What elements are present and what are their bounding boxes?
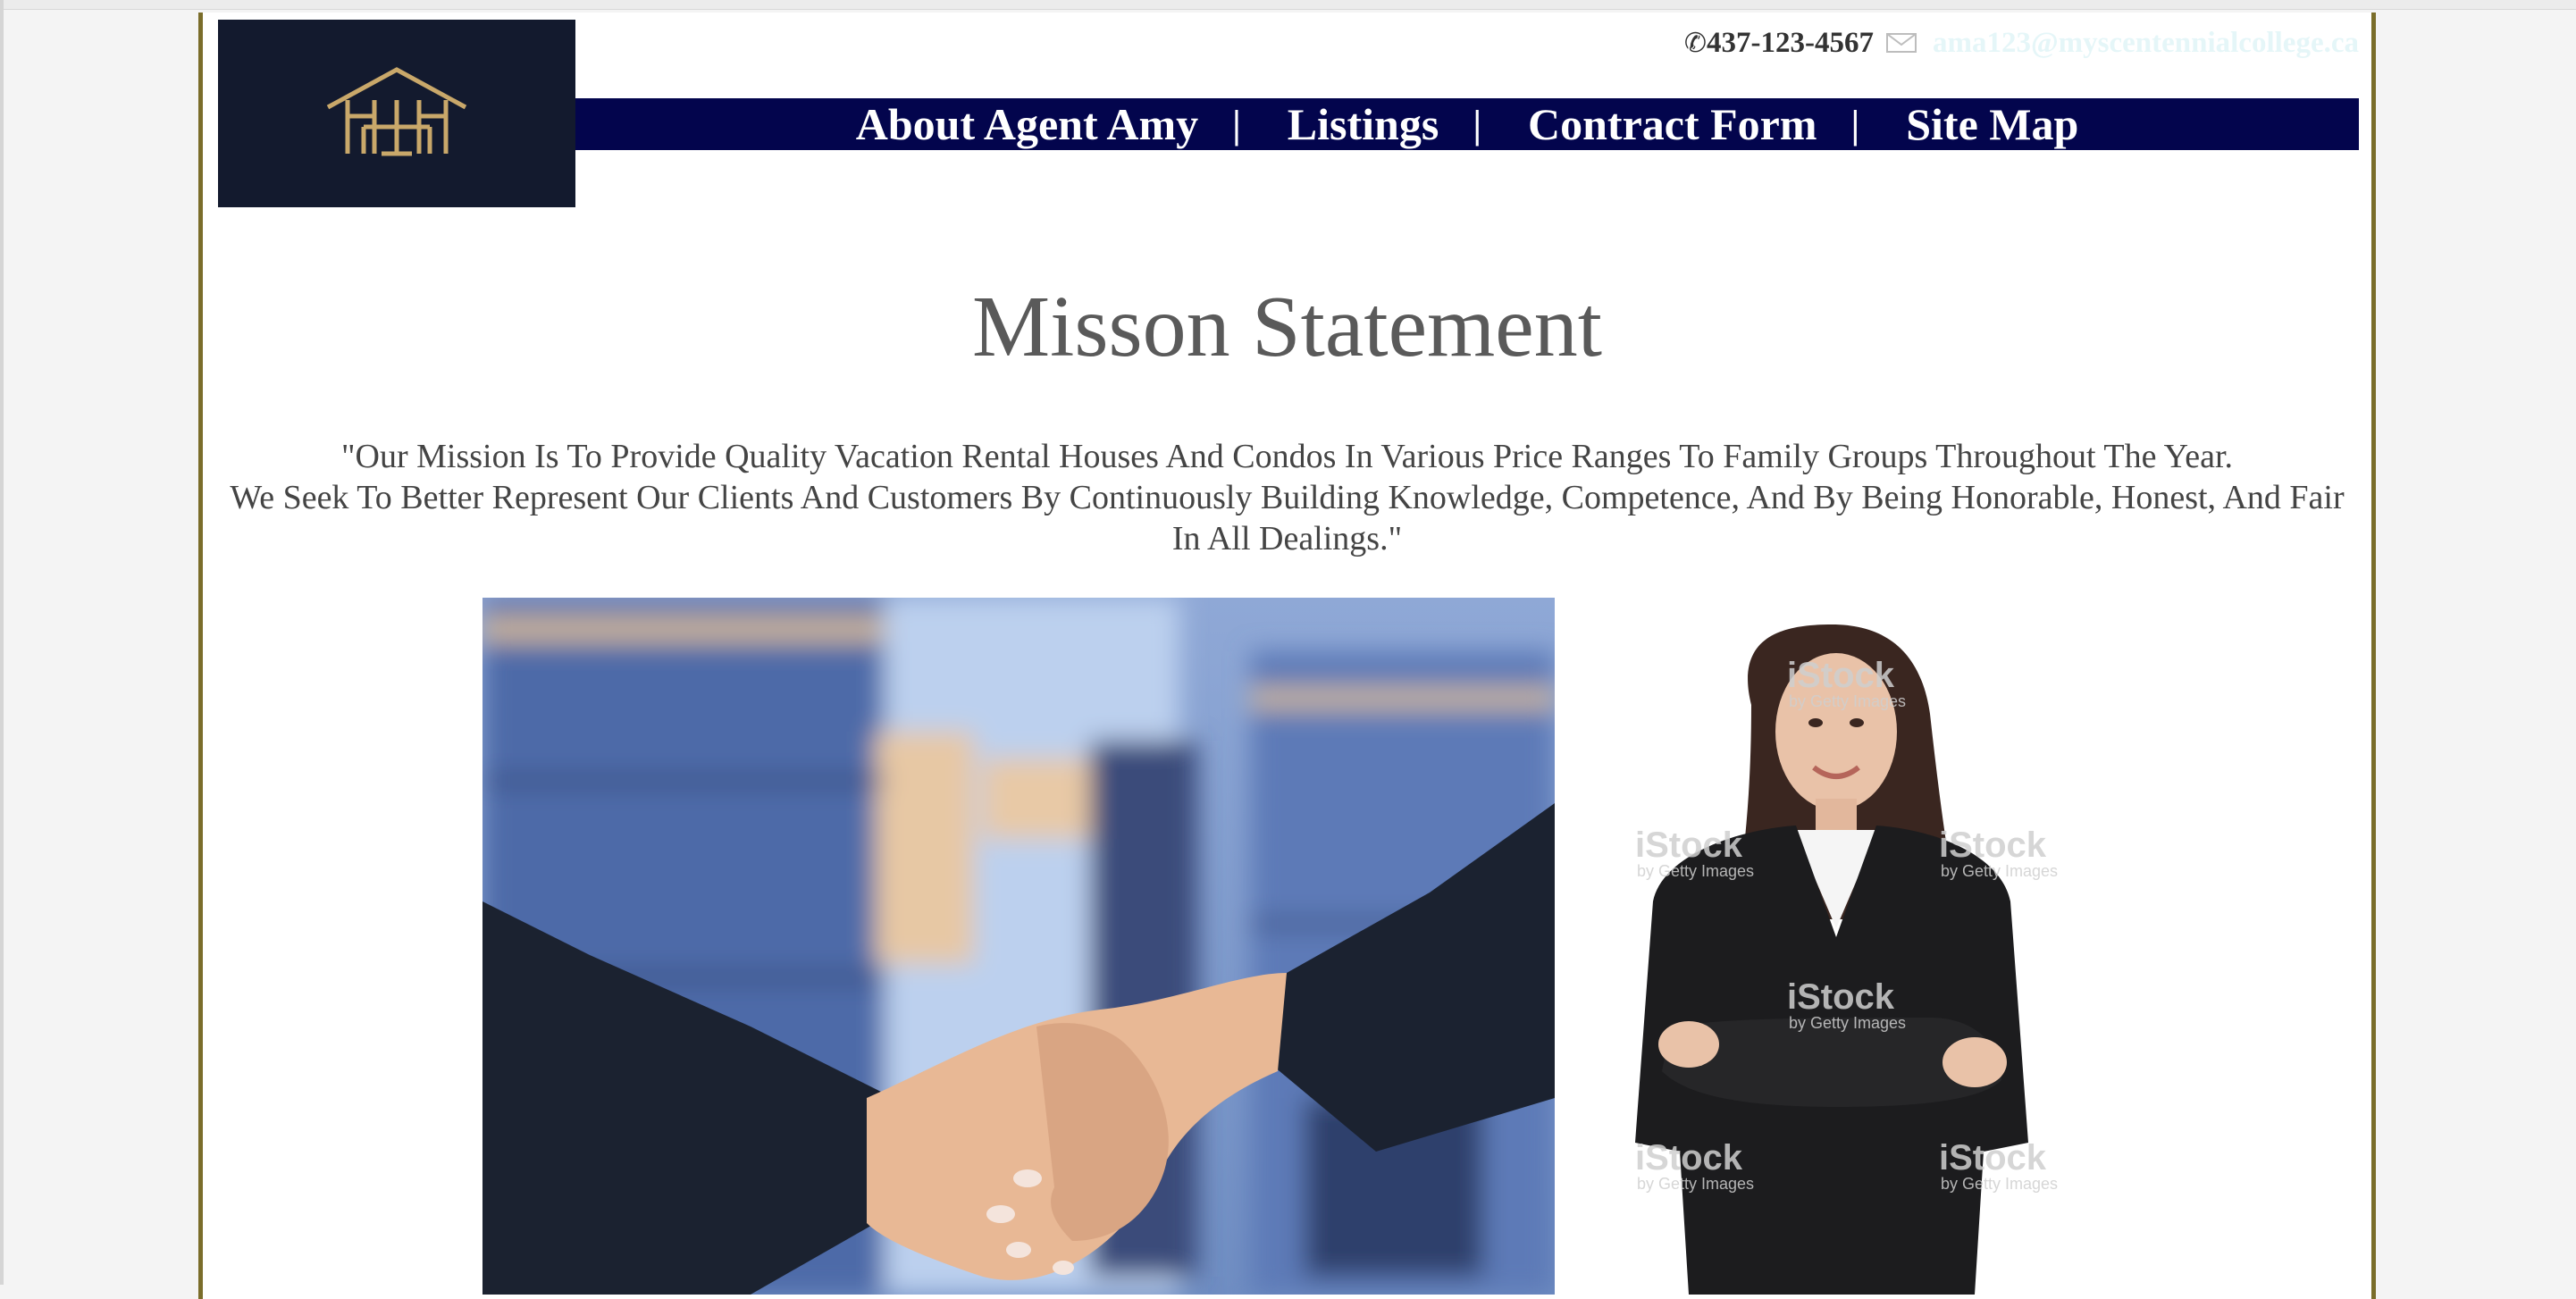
nav-site-map[interactable]: Site Map — [1906, 98, 2078, 150]
browser-top-edge — [0, 0, 2576, 10]
watermark-sub: by Getty Images — [1941, 862, 2058, 880]
watermark-text: iStock — [1635, 825, 1743, 865]
watermark-sub: by Getty Images — [1941, 1175, 2058, 1193]
mission-line-1: "Our Mission Is To Provide Quality Vacat… — [341, 438, 2233, 475]
page-container: ✆ 437-123-4567 ama123@myscentennialcolle… — [198, 13, 2376, 1299]
watermark-text: iStock — [1787, 656, 1895, 695]
phone-number[interactable]: 437-123-4567 — [1707, 27, 1874, 60]
agent-photo: iStock iStock iStock iStock iStock iStoc… — [1555, 598, 2100, 1295]
envelope-icon — [1885, 33, 1917, 53]
page-title: Misson Statement — [971, 279, 1603, 375]
nav-separator: | — [1850, 102, 1860, 147]
watermark-text: iStock — [1787, 977, 1895, 1017]
email-link[interactable]: ama123@myscentennialcollege.ca — [1933, 27, 2359, 60]
nav-separator: | — [1232, 102, 1241, 147]
mission-statement: "Our Mission Is To Provide Quality Vacat… — [230, 436, 2345, 559]
watermark-text: iStock — [1635, 1138, 1743, 1177]
contact-info: ✆ 437-123-4567 ama123@myscentennialcolle… — [1684, 25, 2359, 61]
nav-listings[interactable]: Listings — [1288, 98, 1439, 150]
watermark-sub: by Getty Images — [1789, 692, 1906, 710]
phone-icon: ✆ — [1683, 28, 1707, 58]
mission-line-2: We Seek To Better Represent Our Clients … — [230, 479, 2345, 557]
watermark-sub: by Getty Images — [1637, 1175, 1754, 1193]
watermark-text: iStock — [1939, 825, 2047, 865]
site-logo[interactable] — [218, 20, 575, 207]
watermark-sub: by Getty Images — [1789, 1014, 1906, 1032]
handshake-photo — [482, 598, 1555, 1295]
watermark-text: iStock — [1939, 1138, 2047, 1177]
window-left-edge — [0, 0, 4, 1285]
main-navigation: About Agent Amy | Listings | Contract Fo… — [575, 98, 2359, 150]
nav-about-agent-amy[interactable]: About Agent Amy — [856, 98, 1198, 150]
watermark-sub: by Getty Images — [1637, 862, 1754, 880]
house-logo-icon — [326, 67, 467, 156]
nav-contract-form[interactable]: Contract Form — [1528, 98, 1817, 150]
nav-separator: | — [1473, 102, 1482, 147]
